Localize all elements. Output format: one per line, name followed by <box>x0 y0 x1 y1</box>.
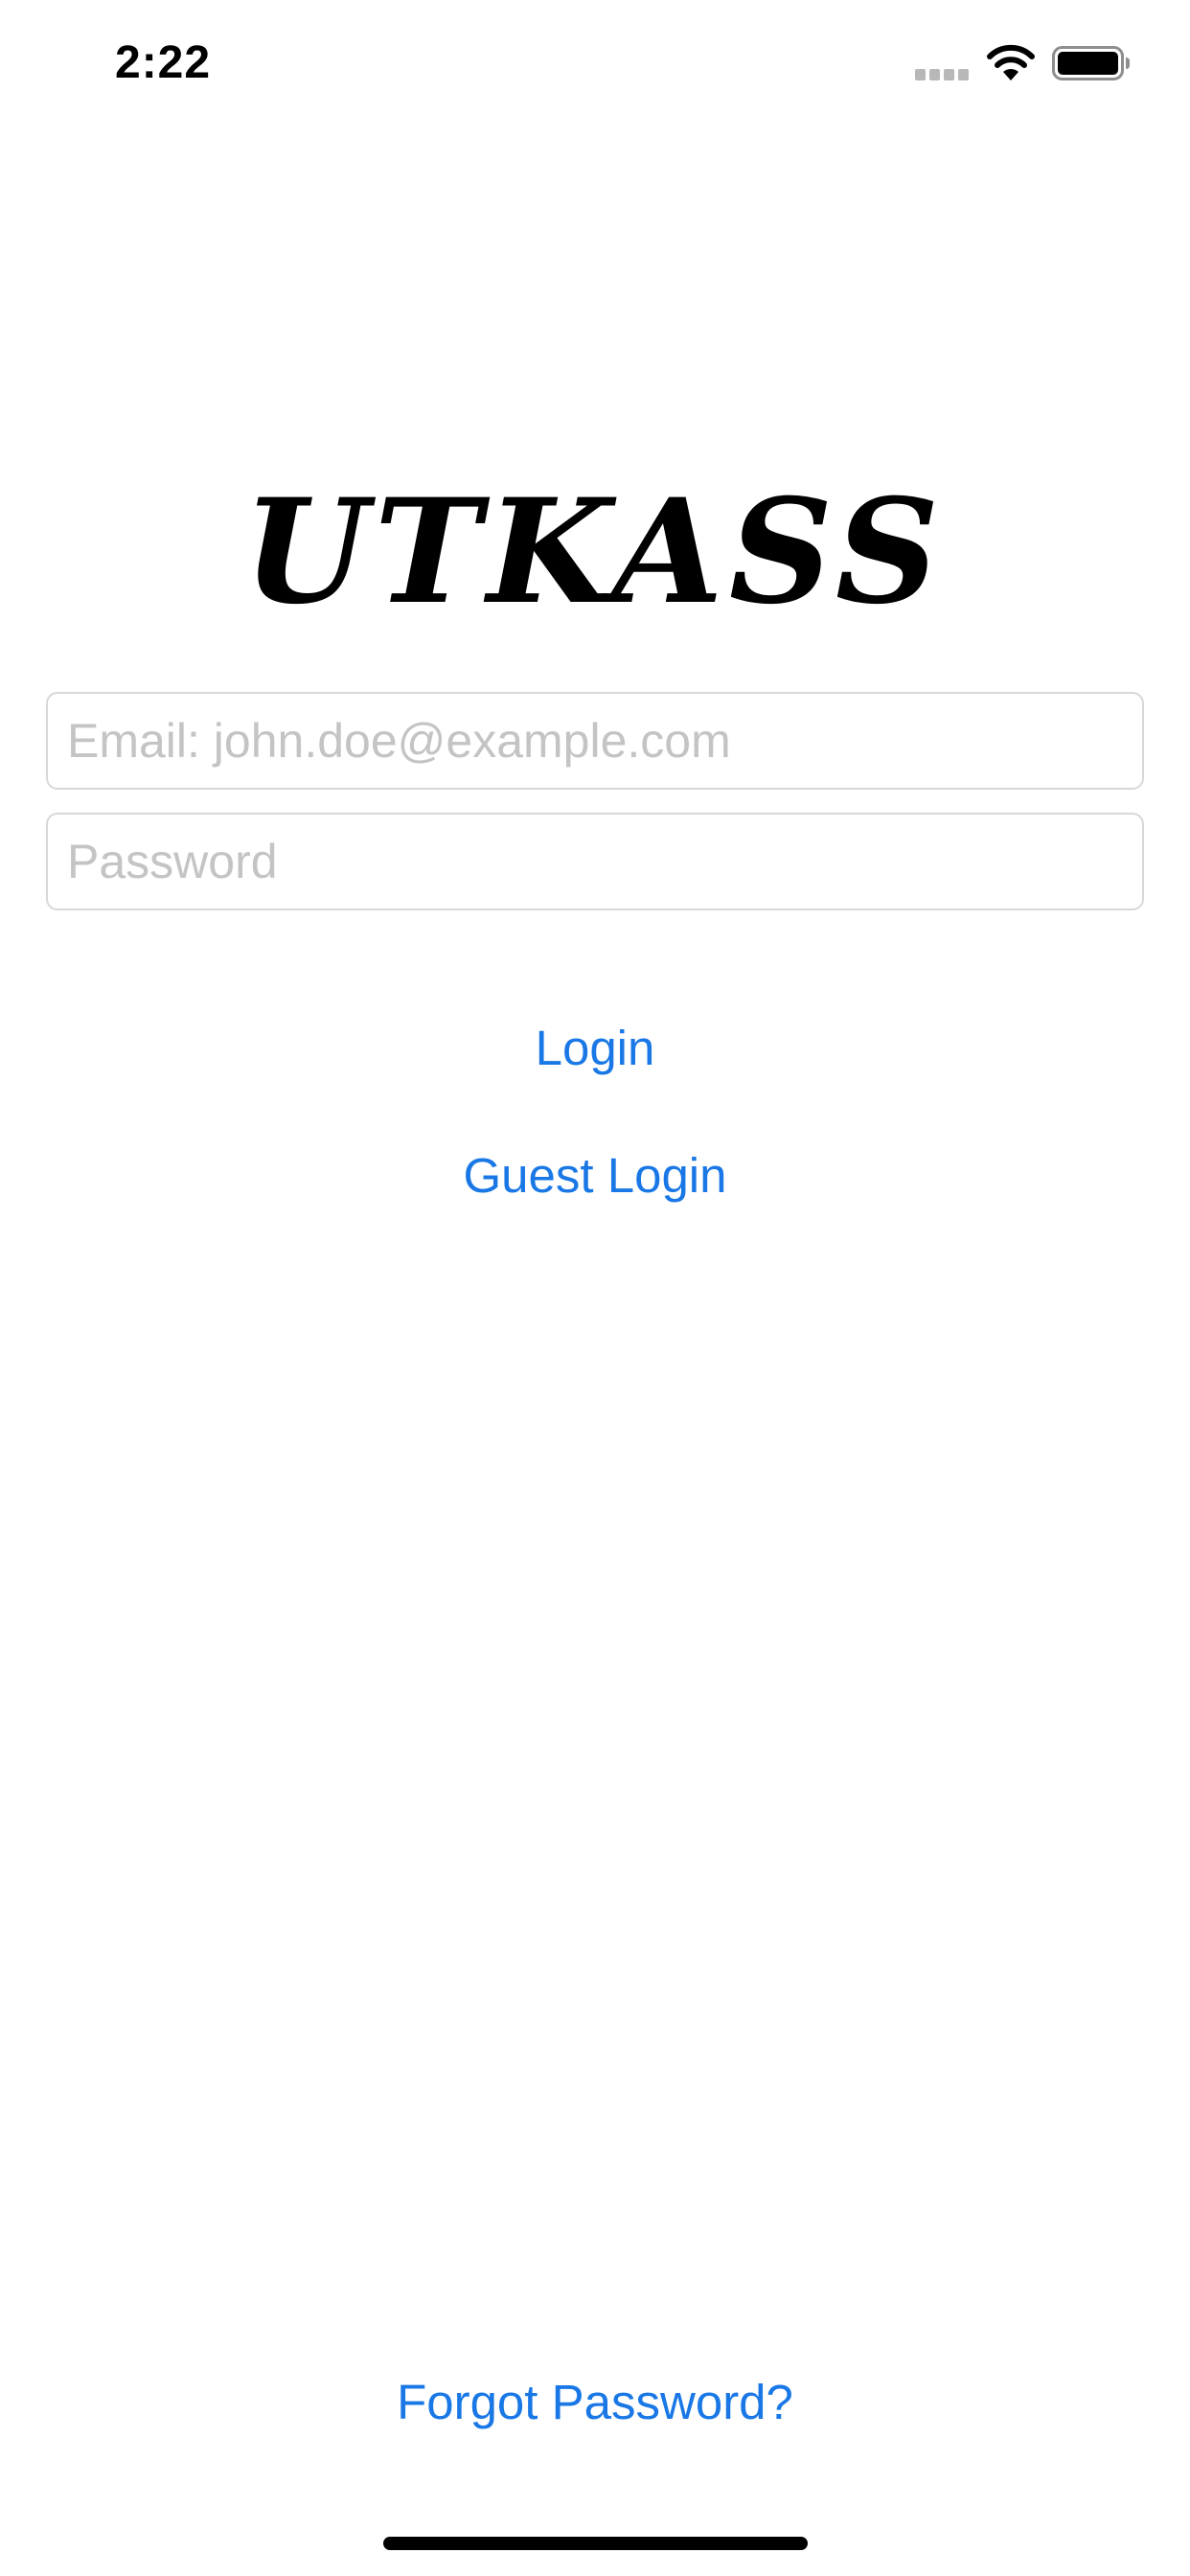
battery-full-icon <box>1052 46 1130 80</box>
login-button[interactable]: Login <box>0 1020 1190 1076</box>
home-indicator[interactable] <box>383 2537 808 2550</box>
status-time: 2:22 <box>115 37 212 88</box>
signal-dots-icon <box>915 69 969 80</box>
email-field[interactable] <box>46 692 1144 790</box>
guest-login-button[interactable]: Guest Login <box>0 1147 1190 1204</box>
password-field[interactable] <box>46 813 1144 910</box>
wifi-icon <box>987 44 1035 80</box>
forgot-password-button[interactable]: Forgot Password? <box>0 2374 1190 2430</box>
utkass-logo: UTKASS <box>243 470 945 632</box>
logo-text: UTKASS <box>243 470 945 632</box>
